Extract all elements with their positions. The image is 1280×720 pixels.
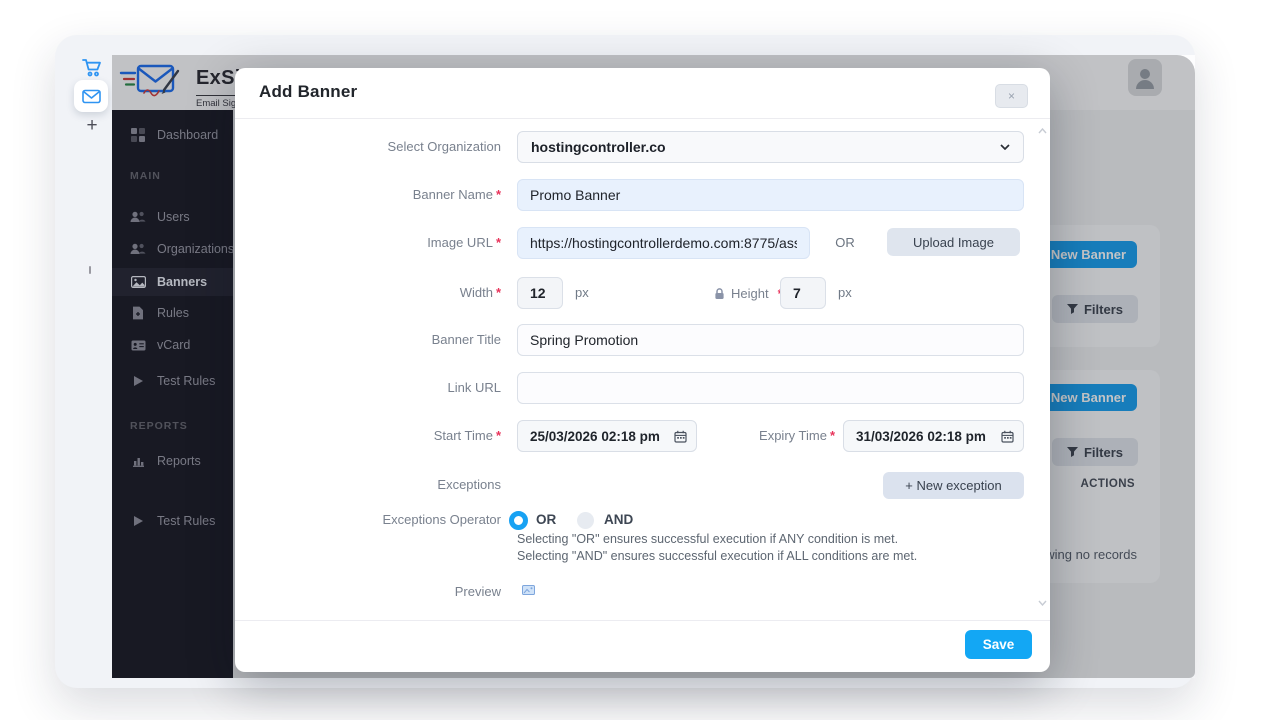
- image-url-label: Image URL *: [427, 235, 501, 250]
- scroll-up-icon[interactable]: [1038, 128, 1047, 134]
- link-url-label: Link URL: [447, 380, 501, 395]
- organization-label: Select Organization: [387, 139, 501, 154]
- height-input[interactable]: [780, 277, 826, 309]
- screen: + ExSign Email Signatures Dashboard MAIN…: [0, 0, 1280, 720]
- operator-help-and: Selecting "AND" ensures successful execu…: [517, 549, 918, 563]
- modal-title: Add Banner: [259, 82, 358, 101]
- add-icon[interactable]: +: [82, 115, 102, 136]
- and-radio[interactable]: [577, 512, 594, 529]
- organization-select[interactable]: hostingcontroller.co: [517, 131, 1024, 163]
- save-button[interactable]: Save: [965, 630, 1032, 659]
- expiry-time-label: Expiry Time *: [759, 428, 835, 443]
- width-unit: px: [575, 285, 589, 300]
- cart-icon[interactable]: [80, 55, 104, 79]
- modal-body: Select Organization hostingcontroller.co…: [235, 118, 1050, 620]
- image-url-input[interactable]: [517, 227, 810, 259]
- or-separator: OR: [835, 235, 855, 250]
- organization-select-value: hostingcontroller.co: [531, 139, 666, 155]
- banner-name-label: Banner Name *: [412, 187, 501, 202]
- calendar-icon: [1001, 430, 1014, 443]
- start-time-label: Start Time *: [433, 428, 501, 443]
- width-input[interactable]: [517, 277, 563, 309]
- close-icon: ×: [1007, 89, 1015, 103]
- banner-title-label: Banner Title: [431, 332, 501, 347]
- scroll-down-icon[interactable]: [1038, 600, 1047, 606]
- modal-header: Add Banner ×: [235, 68, 1050, 119]
- new-exception-button[interactable]: + New exception: [883, 472, 1024, 499]
- close-button[interactable]: ×: [995, 84, 1028, 108]
- height-label: Height*: [714, 277, 783, 309]
- chevron-down-icon: [1000, 144, 1010, 150]
- or-radio[interactable]: [509, 511, 528, 530]
- upload-image-button[interactable]: Upload Image: [887, 228, 1020, 256]
- exceptions-label: Exceptions: [437, 477, 501, 492]
- lock-icon: [715, 287, 724, 299]
- banner-title-input[interactable]: [517, 324, 1024, 356]
- exceptions-operator-label: Exceptions Operator: [382, 512, 501, 527]
- width-label: Width *: [459, 285, 501, 300]
- expiry-time-input[interactable]: 31/03/2026 02:18 pm: [843, 420, 1024, 452]
- add-banner-modal: Add Banner × Select Organization hosting…: [235, 68, 1050, 672]
- operator-help-or: Selecting "OR" ensures successful execut…: [517, 532, 899, 546]
- preview-label: Preview: [454, 584, 501, 599]
- modal-footer: Save: [235, 620, 1050, 672]
- height-unit: px: [838, 285, 852, 300]
- broken-image-icon: [522, 585, 535, 595]
- banner-name-input[interactable]: [517, 179, 1024, 211]
- mail-icon[interactable]: [74, 80, 108, 112]
- rail-tick-mark: [89, 266, 91, 274]
- link-url-input[interactable]: [517, 372, 1024, 404]
